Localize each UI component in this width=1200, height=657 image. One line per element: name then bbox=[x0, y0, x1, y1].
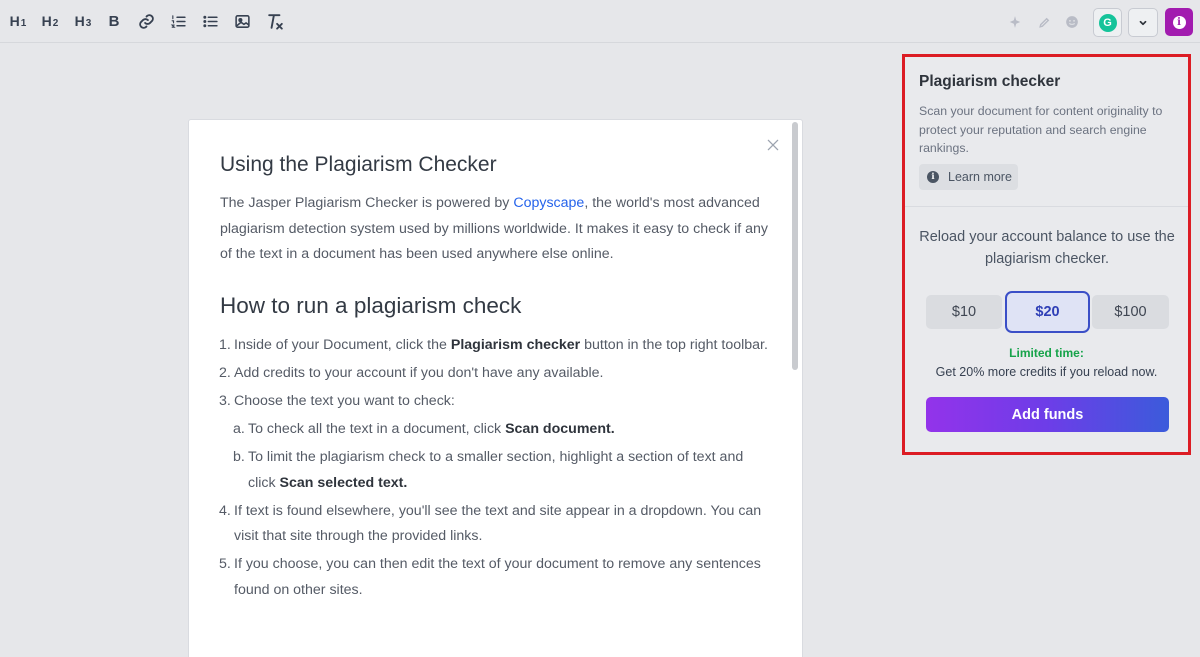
divider bbox=[905, 206, 1188, 207]
pencil-button[interactable] bbox=[1030, 8, 1058, 36]
heading-1-icon: H bbox=[9, 13, 20, 29]
ordered-list-button[interactable] bbox=[166, 9, 190, 33]
panel-title: Plagiarism checker bbox=[919, 73, 1061, 90]
editor-toolbar: H1 H2 H3 B G i bbox=[0, 0, 1200, 43]
bullet-list-button[interactable] bbox=[198, 9, 222, 33]
step-text: Add credits to your account if you don't… bbox=[234, 365, 604, 381]
scroll-thumb[interactable] bbox=[792, 122, 798, 370]
amount-10-button[interactable]: $10 bbox=[926, 295, 1002, 329]
chevron-down-icon bbox=[1139, 20, 1147, 25]
step-number: 4. bbox=[219, 502, 231, 519]
step-bold: Scan selected text. bbox=[279, 474, 408, 491]
image-button[interactable] bbox=[230, 9, 254, 33]
learn-more-button[interactable]: i Learn more bbox=[919, 164, 1018, 190]
modal-scrollbar[interactable] bbox=[790, 122, 800, 657]
add-funds-button[interactable]: Add funds bbox=[926, 397, 1169, 432]
heading-2-icon: H bbox=[41, 13, 52, 29]
step-text: To check all the text in a document, cli… bbox=[248, 421, 506, 437]
step-number: 3. bbox=[219, 393, 231, 409]
step-text: If you choose, you can then edit the tex… bbox=[234, 556, 761, 598]
list-item: a. To check all the text in a document, c… bbox=[219, 417, 769, 443]
pencil-icon bbox=[1038, 17, 1049, 28]
close-icon bbox=[767, 139, 779, 151]
limited-time-label: Limited time: bbox=[1009, 346, 1084, 360]
grammarly-button[interactable]: G bbox=[1093, 8, 1122, 37]
help-modal: Using the Plagiarism Checker The Jasper … bbox=[188, 119, 803, 657]
close-button[interactable] bbox=[766, 138, 782, 154]
emoji-icon bbox=[1066, 16, 1078, 28]
emoji-button[interactable] bbox=[1058, 8, 1086, 36]
bold-button[interactable]: B bbox=[102, 9, 126, 33]
heading-3-icon: H bbox=[74, 13, 85, 29]
list-item: 4. If text is found elsewhere, you'll see… bbox=[219, 499, 769, 550]
info-icon: i bbox=[1172, 15, 1186, 29]
list-item: b. To limit the plagiarism check to a sma… bbox=[219, 445, 769, 496]
sparkle-icon bbox=[1009, 16, 1021, 28]
info-circle-icon: i bbox=[927, 171, 939, 183]
info-button[interactable]: i bbox=[1165, 8, 1193, 36]
step-text: Inside of your Document, click the bbox=[234, 337, 451, 353]
step-text: Choose the text you want to check: bbox=[234, 393, 455, 409]
image-icon bbox=[234, 14, 250, 28]
plagiarism-panel: Plagiarism checker Scan your document fo… bbox=[905, 57, 1188, 452]
step-text: If text is found elsewhere, you'll see t… bbox=[234, 502, 762, 545]
heading-3-button[interactable]: H3 bbox=[71, 9, 95, 33]
sparkle-button[interactable] bbox=[1001, 8, 1029, 36]
heading-1-sub: 1 bbox=[20, 18, 27, 29]
bold-icon: B bbox=[108, 12, 120, 30]
list-item: 2. Add credits to your account if you don… bbox=[219, 361, 769, 387]
list-item: 3. Choose the text you want to check: bbox=[219, 389, 769, 415]
amount-100-button[interactable]: $100 bbox=[1092, 295, 1169, 329]
step-number: 2. bbox=[219, 365, 231, 381]
heading-1-button[interactable]: H1 bbox=[6, 9, 30, 33]
step-number: a. bbox=[233, 421, 245, 437]
modal-title: Using the Plagiarism Checker bbox=[220, 153, 497, 176]
clear-format-button[interactable] bbox=[263, 9, 287, 33]
clear-format-icon bbox=[267, 13, 283, 30]
heading-2-sub: 2 bbox=[52, 18, 59, 29]
learn-more-label: Learn more bbox=[948, 170, 1012, 184]
step-number: b. bbox=[233, 449, 245, 465]
section-heading: How to run a plagiarism check bbox=[220, 293, 522, 318]
step-bold: Scan document. bbox=[505, 421, 615, 437]
list-item: 1. Inside of your Document, click the Pla… bbox=[219, 333, 769, 359]
link-icon bbox=[138, 13, 154, 29]
promo-text: Get 20% more credits if you reload now. bbox=[935, 365, 1158, 379]
steps-list: 1. Inside of your Document, click the Pla… bbox=[219, 333, 769, 606]
modal-intro: The Jasper Plagiarism Checker is powered… bbox=[220, 191, 770, 268]
step-bold: Plagiarism checker bbox=[450, 337, 581, 353]
panel-description: Scan your document for content originali… bbox=[919, 104, 1163, 155]
link-button[interactable] bbox=[134, 9, 158, 33]
ordered-list-icon bbox=[170, 14, 186, 28]
intro-text: The Jasper Plagiarism Checker is powered… bbox=[220, 195, 514, 211]
heading-2-button[interactable]: H2 bbox=[38, 9, 62, 33]
reload-message: Reload your account balance to use the p… bbox=[919, 229, 1175, 267]
more-dropdown-button[interactable] bbox=[1128, 8, 1158, 37]
grammarly-icon: G bbox=[1098, 13, 1117, 32]
bullet-list-icon bbox=[202, 15, 218, 27]
amount-20-button[interactable]: $20 bbox=[1005, 291, 1090, 333]
heading-3-sub: 3 bbox=[85, 18, 92, 29]
list-item: 5. If you choose, you can then edit the t… bbox=[219, 552, 769, 603]
copyscape-link[interactable]: Copyscape bbox=[513, 195, 584, 211]
step-text-rest: button in the top right toolbar. bbox=[580, 337, 768, 353]
step-number: 5. bbox=[219, 556, 231, 572]
step-number: 1. bbox=[219, 337, 231, 353]
